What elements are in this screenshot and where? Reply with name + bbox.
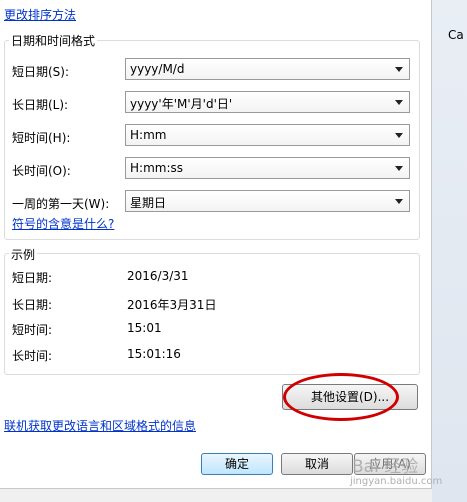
- background-window-strip: [432, 0, 467, 502]
- region-format-panel: 更改排序方法 日期和时间格式 短日期(S): yyyy/M/d 长日期(L): …: [0, 0, 432, 489]
- background-window-text: Ca: [448, 28, 464, 42]
- symbol-meaning-link[interactable]: 符号的含意是什么?: [12, 215, 114, 232]
- chevron-down-icon: [395, 166, 403, 171]
- baidu-watermark: Bai 经验: [352, 457, 419, 477]
- example-long-time-label: 长时间:: [12, 349, 53, 363]
- chevron-down-icon: [395, 199, 403, 204]
- short-date-label: 短日期(S):: [12, 65, 70, 79]
- datetime-group-title: 日期和时间格式: [9, 32, 98, 49]
- long-time-select[interactable]: H:mm:ss: [125, 157, 410, 179]
- long-time-label: 长时间(O):: [12, 164, 71, 178]
- example-long-date-label: 长日期:: [12, 298, 53, 312]
- long-date-select[interactable]: yyyy'年'M'月'd'日': [125, 91, 410, 113]
- online-info-link[interactable]: 联机获取更改语言和区域格式的信息: [4, 417, 196, 434]
- example-short-date-value: 2016/3/31: [127, 269, 189, 283]
- first-day-of-week-value: 星期日: [130, 196, 167, 210]
- chevron-down-icon: [395, 67, 403, 72]
- first-day-of-week-select[interactable]: 星期日: [125, 190, 410, 212]
- long-date-label: 长日期(L):: [12, 98, 69, 112]
- example-short-date-label: 短日期:: [12, 271, 53, 285]
- short-time-label: 短时间(H):: [12, 131, 71, 145]
- baidu-watermark-url: jingyan.baidu.com: [350, 476, 443, 487]
- short-time-value: H:mm: [130, 128, 167, 142]
- cancel-button[interactable]: 取消: [281, 453, 353, 475]
- short-date-value: yyyy/M/d: [130, 62, 185, 76]
- long-time-value: H:mm:ss: [130, 161, 183, 175]
- change-sort-method-link[interactable]: 更改排序方法: [4, 6, 76, 23]
- example-short-time-value: 15:01: [127, 321, 162, 335]
- chevron-down-icon: [395, 100, 403, 105]
- examples-group: [4, 253, 420, 375]
- first-day-of-week-label: 一周的第一天(W):: [12, 197, 110, 211]
- example-long-date-value: 2016年3月31日: [127, 298, 217, 312]
- examples-group-title: 示例: [9, 246, 38, 263]
- example-long-time-value: 15:01:16: [127, 347, 181, 361]
- short-date-select[interactable]: yyyy/M/d: [125, 58, 410, 80]
- bottom-strip: [0, 489, 432, 502]
- example-short-time-label: 短时间:: [12, 323, 53, 337]
- highlight-annotation: [283, 373, 399, 421]
- long-date-value: yyyy'年'M'月'd'日': [130, 97, 233, 111]
- short-time-select[interactable]: H:mm: [125, 124, 410, 146]
- ok-button[interactable]: 确定: [201, 453, 273, 475]
- chevron-down-icon: [395, 133, 403, 138]
